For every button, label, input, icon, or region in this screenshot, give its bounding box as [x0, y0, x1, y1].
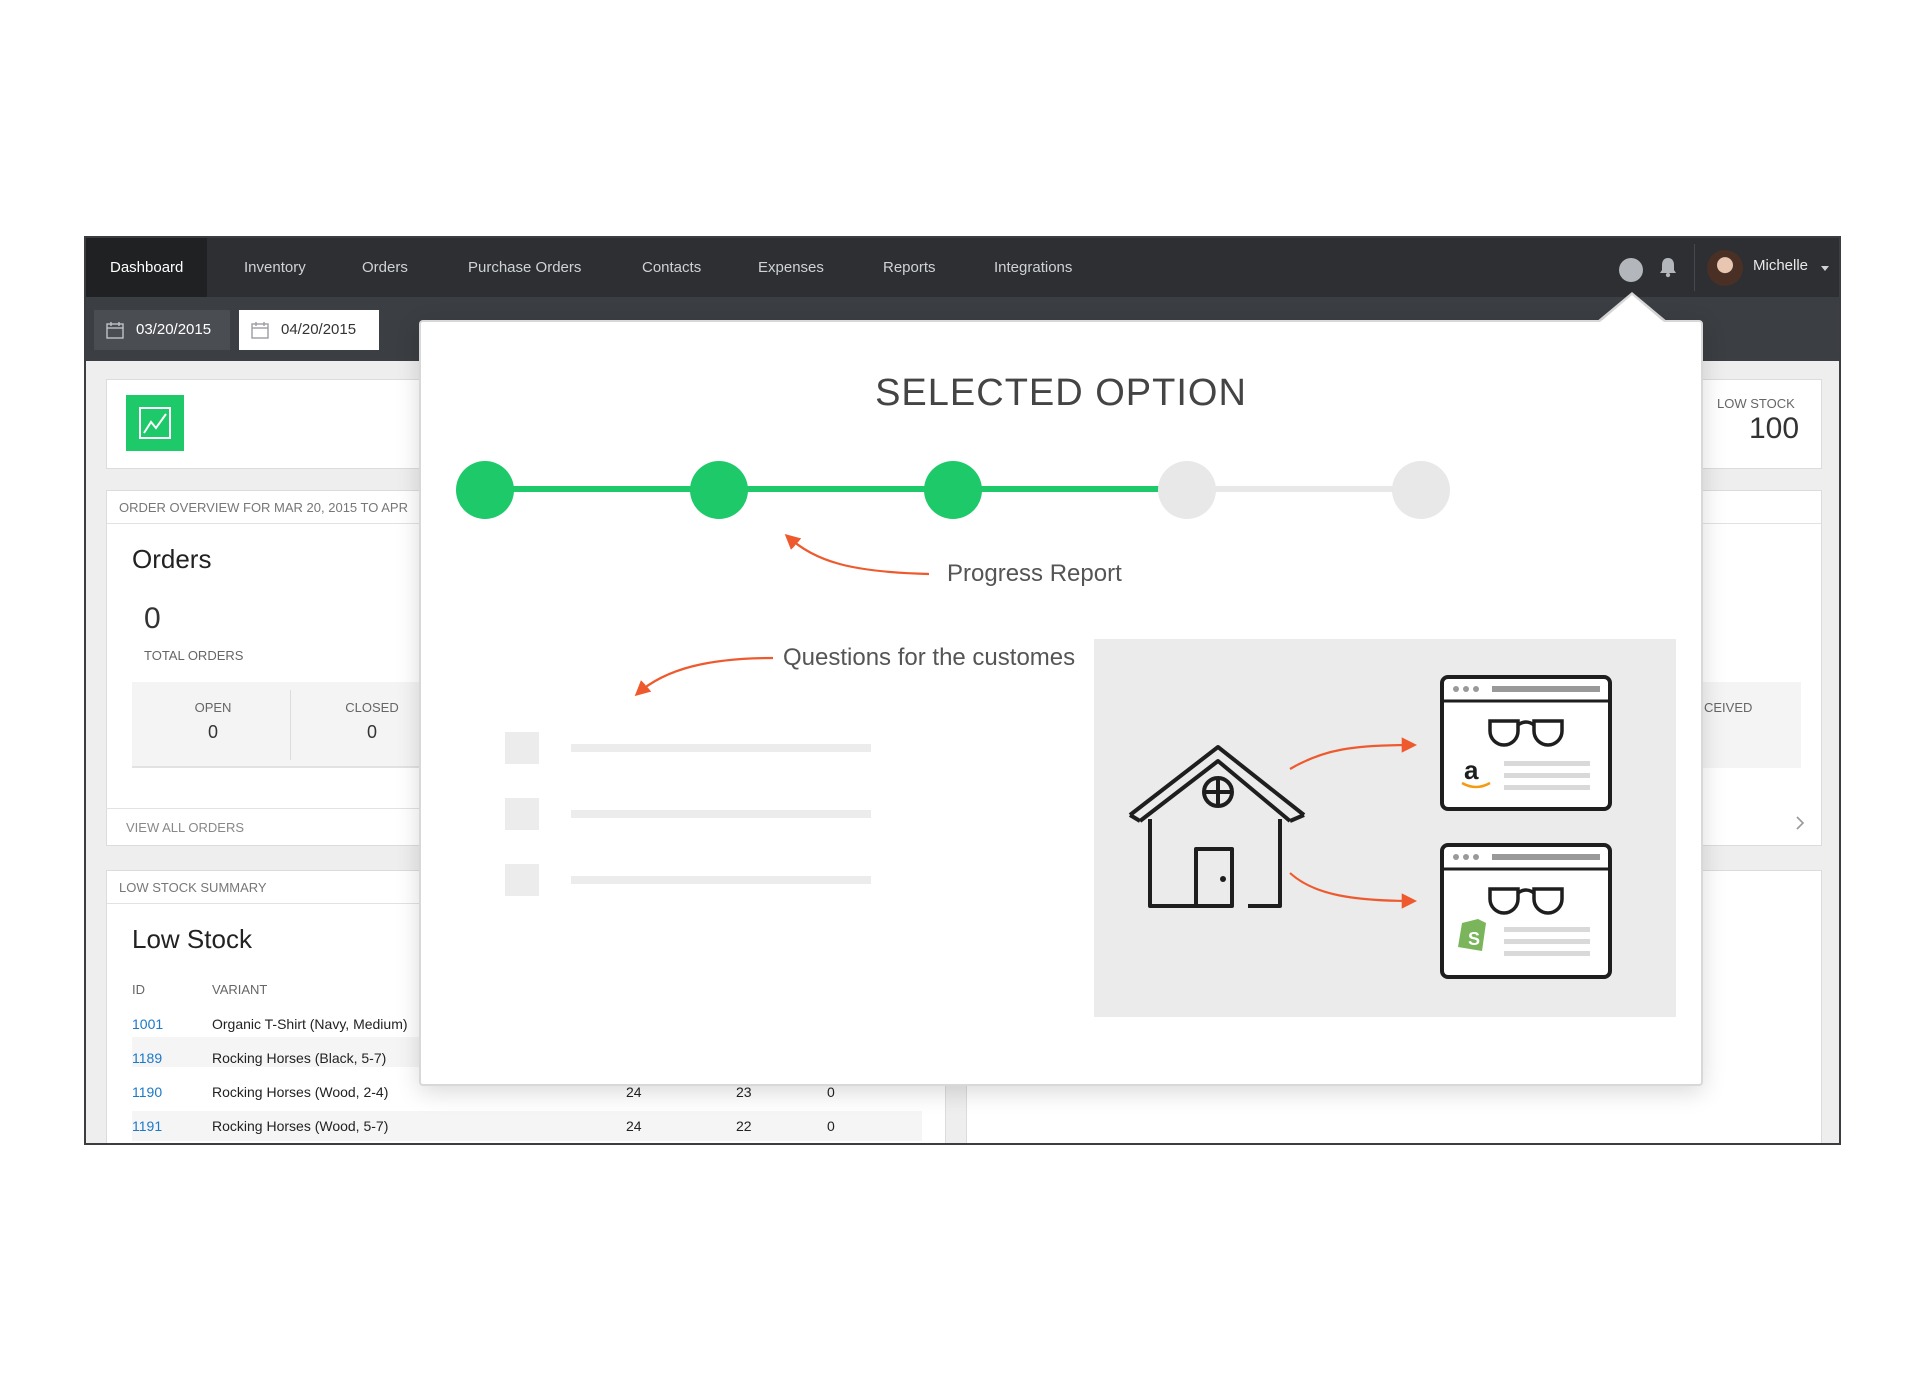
progress-arrow [784, 533, 930, 576]
orders-title: Orders [132, 544, 212, 574]
house-to-stores-icon: a S [1128, 675, 1612, 979]
row-variant: Rocking Horses (Black, 5-7) [212, 1050, 387, 1066]
open-value: 0 [207, 722, 218, 742]
open-label: OPEN [194, 700, 232, 715]
received-label: CEIVED [1704, 700, 1753, 715]
column-header-variant: VARIANT [212, 982, 268, 997]
end-date-text: 04/20/2015 [281, 321, 357, 338]
status-dot-icon[interactable] [1619, 258, 1643, 282]
shopify-store-icon: S [1440, 843, 1612, 979]
question-checkbox[interactable] [505, 864, 539, 896]
house-icon [1128, 745, 1306, 908]
row-col-3: 0 [827, 1118, 835, 1134]
svg-text:S: S [1468, 929, 1480, 949]
nav-purchase-orders[interactable]: Purchase Orders [468, 238, 581, 297]
row-id[interactable]: 1191 [132, 1118, 162, 1134]
question-checkbox[interactable] [505, 732, 539, 764]
popover-caret-fill [1599, 295, 1665, 323]
end-date-picker[interactable]: 04/20/2015 [239, 310, 379, 350]
row-id[interactable]: 1001 [132, 1016, 163, 1032]
row-variant: Organic T-Shirt (Navy, Medium) [212, 1016, 408, 1032]
total-orders-label: TOTAL ORDERS [144, 648, 244, 663]
row-col-2: 22 [736, 1118, 752, 1134]
nav-divider [1694, 244, 1695, 291]
closed-value: 0 [366, 722, 377, 742]
row-id[interactable]: 1189 [132, 1050, 162, 1066]
question-line [571, 744, 871, 752]
nav-dashboard[interactable]: Dashboard [86, 238, 208, 297]
questions-arrow [634, 656, 774, 697]
nav-expenses[interactable]: Expenses [758, 238, 824, 297]
start-date-picker[interactable]: 03/20/2015 [94, 310, 230, 350]
question-line [571, 876, 871, 884]
low-stock-stat-value: 100 [1749, 412, 1800, 445]
row-variant: Rocking Horses (Wood, 2-4) [212, 1084, 389, 1100]
total-orders-value: 0 [144, 602, 161, 635]
amazon-logo-icon: a [1464, 755, 1479, 785]
channel-illustration: a S [1094, 639, 1676, 1017]
nav-contacts[interactable]: Contacts [642, 238, 701, 297]
nav-inventory[interactable]: Inventory [244, 238, 306, 297]
row-variant: Rocking Horses (Wood, 5-7) [212, 1118, 389, 1134]
top-nav: Dashboard Inventory Orders Purchase Orde… [86, 238, 1839, 297]
nav-integrations[interactable]: Integrations [994, 238, 1072, 297]
row-col-1: 24 [626, 1118, 642, 1134]
calendar-icon [251, 322, 269, 339]
nav-orders[interactable]: Orders [362, 238, 408, 297]
amazon-store-icon: a [1440, 675, 1612, 811]
start-date-text: 03/20/2015 [136, 321, 212, 338]
user-name[interactable]: Michelle [1753, 238, 1808, 297]
low-stock-title: Low Stock [132, 924, 252, 954]
analytics-logo-icon [126, 395, 184, 451]
received-box [1703, 682, 1801, 768]
breakdown-divider [290, 690, 291, 760]
view-all-orders-link[interactable]: VIEW ALL ORDERS [126, 820, 244, 835]
avatar[interactable] [1707, 250, 1743, 286]
row-id[interactable]: 1190 [132, 1084, 162, 1100]
column-header-id: ID [132, 982, 145, 997]
low-stock-stat-label: LOW STOCK [1717, 396, 1795, 411]
question-checkbox[interactable] [505, 798, 539, 830]
question-line [571, 810, 871, 818]
nav-reports[interactable]: Reports [883, 238, 936, 297]
chevron-right-icon[interactable] [1794, 815, 1806, 831]
calendar-icon [106, 322, 124, 339]
closed-label: CLOSED [345, 700, 399, 715]
chevron-down-icon[interactable] [1821, 266, 1829, 271]
bell-icon[interactable] [1653, 252, 1683, 282]
selected-option-popover: SELECTED OPTION Progress Report Question… [419, 320, 1703, 1086]
